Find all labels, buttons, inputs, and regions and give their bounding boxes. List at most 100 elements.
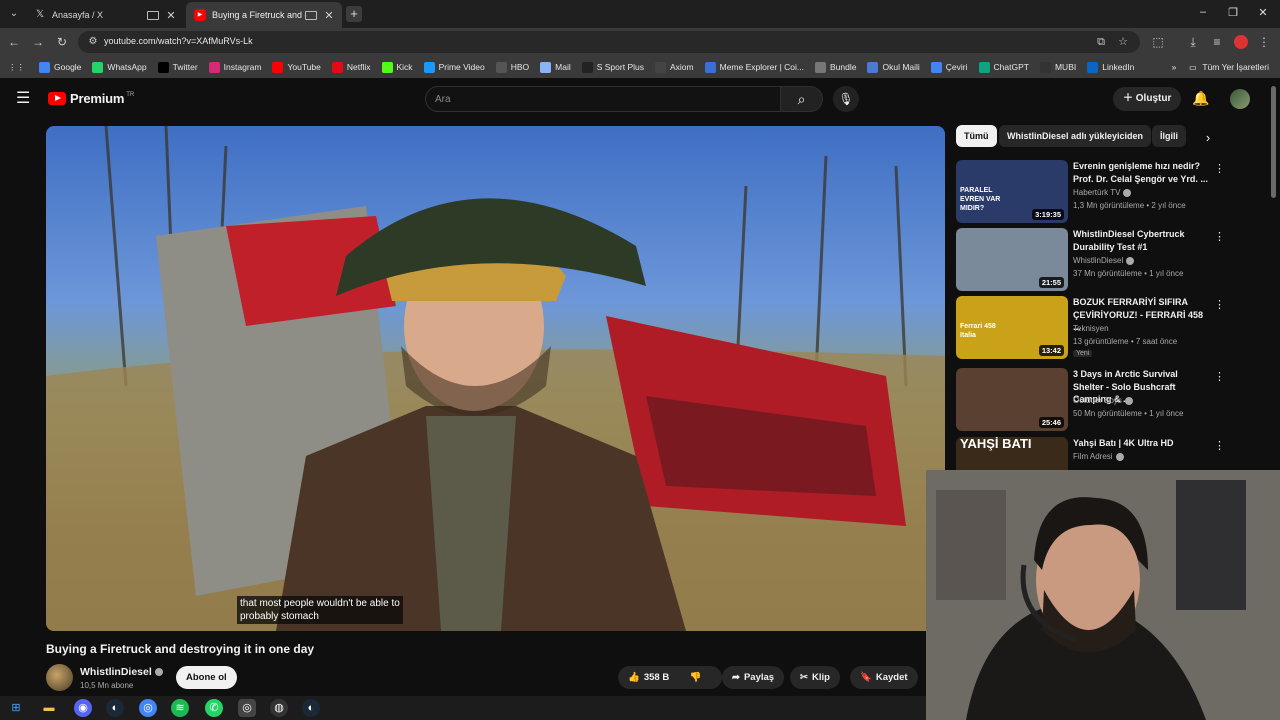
create-button[interactable]: ＋ Oluştur (1113, 87, 1182, 111)
restore-icon[interactable]: ❐ (1226, 6, 1240, 19)
clip-button[interactable]: ✂ Klip (790, 666, 840, 689)
bookmark-youtube[interactable]: YouTube (272, 61, 321, 73)
start-icon[interactable]: ⊞ (7, 699, 25, 717)
recommendation-channel[interactable]: Habertürk TV (1073, 188, 1132, 197)
address-bar[interactable]: ⚙ youtube.com/watch?v=XAfMuRVs-Lk ⧉ ☆ (78, 31, 1140, 53)
bookmark-okul[interactable]: Okul Maili (867, 61, 920, 73)
menu-icon[interactable]: ☰ (16, 91, 32, 107)
search-input[interactable]: Ara (425, 86, 781, 112)
more-bookmarks-icon[interactable]: » (1172, 62, 1177, 72)
site-info-icon[interactable]: ⚙ (86, 35, 100, 49)
search-button[interactable]: ⌕ (781, 86, 823, 112)
more-actions-icon[interactable]: ⋮ (1214, 298, 1225, 311)
video-thumbnail[interactable]: PARALEL EVREN VAR MIDIR? 3:19:35 (956, 160, 1068, 223)
bookmark-translate[interactable]: Çeviri (930, 61, 968, 73)
whatsapp-icon[interactable]: ✆ (205, 699, 223, 717)
steam-icon[interactable]: ◐ (106, 699, 124, 717)
recommendation-title[interactable]: Yahşi Batı | 4K Ultra HD (1073, 437, 1209, 450)
video-thumbnail[interactable]: 21:55 (956, 228, 1068, 291)
more-actions-icon[interactable]: ⋮ (1214, 370, 1225, 383)
bookmark-axiom[interactable]: Axiom (654, 61, 694, 73)
bookmark-hbo[interactable]: HBO (495, 61, 529, 73)
notifications-icon[interactable]: 🔔 (1192, 90, 1209, 107)
chevron-right-icon[interactable]: › (1199, 129, 1217, 147)
bookmark-prime[interactable]: Prime Video (423, 61, 485, 73)
discord-icon[interactable]: ◉ (74, 699, 92, 717)
install-app-icon[interactable]: ⧉ (1094, 35, 1108, 49)
recommendation-item[interactable]: Ferrari 458 Italia 13:42 BOZUK FERRARİYİ S… (956, 296, 1226, 360)
spotify-icon[interactable]: ≋ (171, 699, 189, 717)
like-count[interactable]: 358 B (644, 672, 669, 683)
recommendation-channel[interactable]: Outdoor Boys (1073, 396, 1133, 405)
more-actions-icon[interactable]: ⋮ (1214, 230, 1225, 243)
chip-related[interactable]: İlgili (1152, 125, 1186, 147)
recommendation-title[interactable]: WhistlinDiesel Cybertruck Durability Tes… (1073, 228, 1209, 253)
close-tab-icon[interactable]: ✕ (166, 9, 176, 22)
tab-search-icon[interactable]: ⌄ (6, 6, 22, 22)
bookmark-whatsapp[interactable]: WhatsApp (92, 61, 147, 73)
apps-icon[interactable]: ⋮⋮ (8, 62, 25, 73)
bookmark-star-icon[interactable]: ☆ (1116, 35, 1130, 49)
page-scrollbar[interactable] (1271, 86, 1276, 198)
forward-icon[interactable]: → (30, 34, 46, 50)
thumbnail-text: Ferrari 458 Italia (960, 323, 996, 339)
recommendation-channel[interactable]: WhistlinDiesel (1073, 256, 1135, 265)
chrome-active-icon[interactable]: ◎ (238, 699, 256, 717)
bookmark-ssport[interactable]: S Sport Plus (581, 61, 644, 73)
minimize-icon[interactable]: – (1196, 6, 1210, 18)
more-actions-icon[interactable]: ⋮ (1214, 439, 1225, 452)
new-tab-button[interactable]: + (346, 6, 362, 22)
bookmark-mubi[interactable]: MUBI (1039, 61, 1076, 73)
profile-icon[interactable] (1234, 35, 1248, 49)
search-icon: ⌕ (797, 91, 806, 107)
all-bookmarks-folder[interactable]: ▭ Tüm Yer İşaretleri (1187, 62, 1269, 73)
bookmark-chatgpt[interactable]: ChatGPT (978, 61, 1029, 73)
browser-menu-icon[interactable]: ⋮ (1256, 34, 1272, 50)
bookmark-mail[interactable]: Mail (540, 61, 571, 73)
bookmark-bundle[interactable]: Bundle (815, 61, 856, 73)
subscribe-button[interactable]: Abone ol (176, 666, 237, 689)
extensions-icon[interactable]: ⬚ (1150, 34, 1166, 50)
account-avatar[interactable] (1230, 89, 1250, 109)
steam-2-icon[interactable]: ◐ (302, 699, 320, 717)
reload-icon[interactable]: ↻ (54, 34, 70, 50)
save-button[interactable]: 🔖 Kaydet (850, 666, 918, 689)
close-window-icon[interactable]: ✕ (1256, 6, 1270, 19)
browser-tab-youtube[interactable]: ▶ Buying a Firetruck and dest ✕ (186, 2, 342, 28)
bookmark-instagram[interactable]: Instagram (208, 61, 261, 73)
close-tab-icon[interactable]: ✕ (324, 9, 334, 22)
share-button[interactable]: ➦ Paylaş (722, 666, 785, 689)
youtube-logo[interactable]: Premium TR (48, 91, 134, 106)
reading-list-icon[interactable]: ≡ (1209, 34, 1225, 50)
video-player[interactable] (46, 126, 945, 631)
recommendation-channel[interactable]: Film Adresi (1073, 452, 1124, 461)
browser-tab-x[interactable]: 𝕏 Anasayfa / X ✕ (26, 2, 184, 28)
chip-all[interactable]: Tümü (956, 125, 997, 147)
recommendation-channel[interactable]: Teknisyen (1073, 324, 1109, 333)
like-icon[interactable]: 👍 (628, 672, 640, 683)
recommendation-item[interactable]: PARALEL EVREN VAR MIDIR? 3:19:35 Evrenin g… (956, 160, 1226, 224)
obs-icon[interactable]: ◍ (270, 699, 288, 717)
bookmark-x-logo[interactable]: Twitter (157, 61, 198, 73)
recommendation-item[interactable]: 21:55 WhistlinDiesel Cybertruck Durabilit… (956, 228, 1226, 292)
recommendation-item[interactable]: 25:46 3 Days in Arctic Survival Shelter -… (956, 368, 1226, 432)
dislike-icon[interactable]: 👎 (690, 672, 702, 683)
chip-from-uploader[interactable]: WhistlinDiesel adlı yükleyiciden (999, 125, 1152, 147)
file-explorer-icon[interactable]: ▬ (40, 699, 58, 717)
voice-search-button[interactable]: 🎙 (833, 86, 859, 112)
verified-icon (1115, 452, 1124, 461)
download-icon[interactable]: ⤓ (1185, 34, 1201, 50)
more-actions-icon[interactable]: ⋮ (1214, 162, 1225, 175)
back-icon[interactable]: ← (6, 34, 22, 50)
recommendation-title[interactable]: Evrenin genişleme hızı nedir? Prof. Dr. … (1073, 160, 1209, 185)
bookmark-meme[interactable]: Meme Explorer | Coi... (704, 61, 804, 73)
bookmark-linkedin[interactable]: LinkedIn (1087, 61, 1134, 73)
channel-name[interactable]: WhistlinDiesel (80, 666, 163, 678)
bookmark-google[interactable]: Google (39, 61, 81, 73)
bookmark-kick[interactable]: Kick (381, 61, 413, 73)
video-thumbnail[interactable]: 25:46 (956, 368, 1068, 431)
bookmark-netflix[interactable]: Netflix (331, 61, 371, 73)
video-thumbnail[interactable]: Ferrari 458 Italia 13:42 (956, 296, 1068, 359)
chrome-icon[interactable]: ◎ (139, 699, 157, 717)
channel-avatar[interactable] (46, 664, 73, 691)
